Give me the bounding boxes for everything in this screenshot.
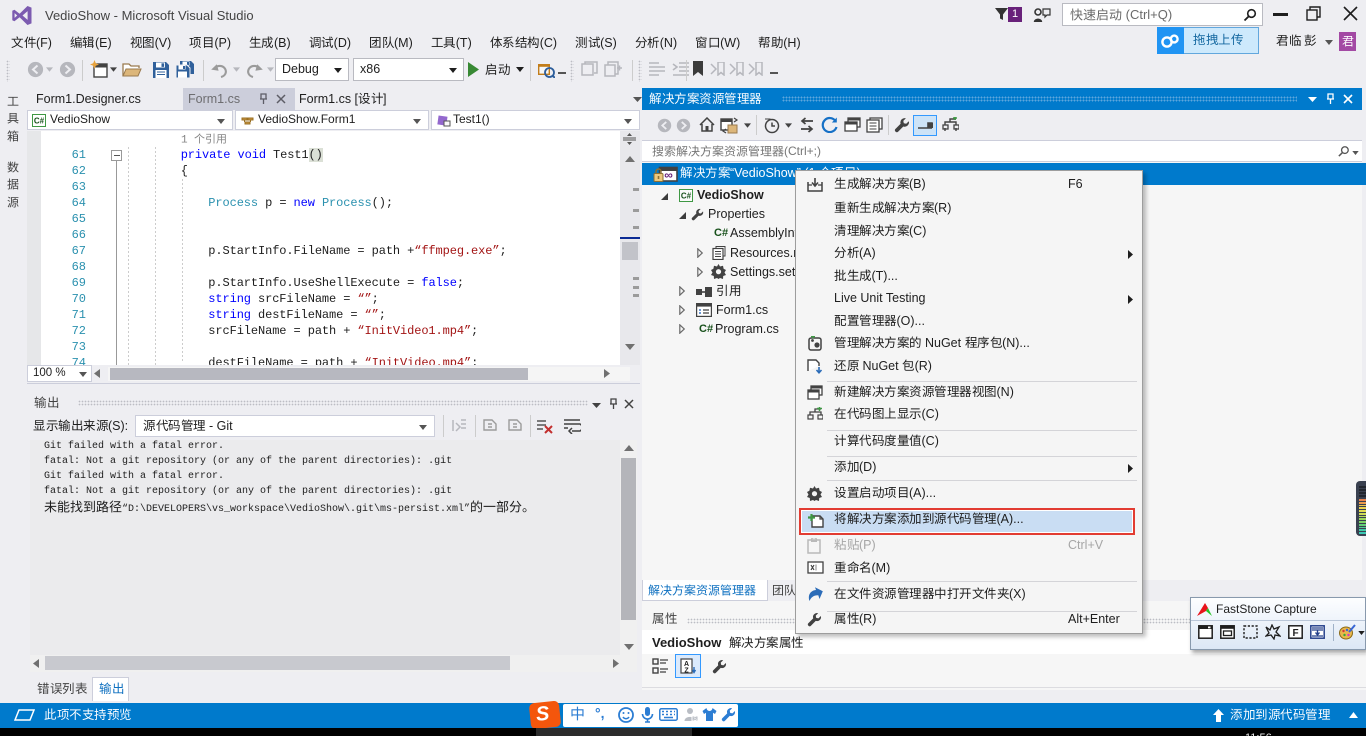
svg-text:Z: Z [684,668,689,675]
svg-text:F: F [1292,628,1298,639]
svg-text:C#: C# [34,117,45,126]
svg-text:∞: ∞ [664,168,673,182]
svg-text:C#: C# [681,192,692,201]
